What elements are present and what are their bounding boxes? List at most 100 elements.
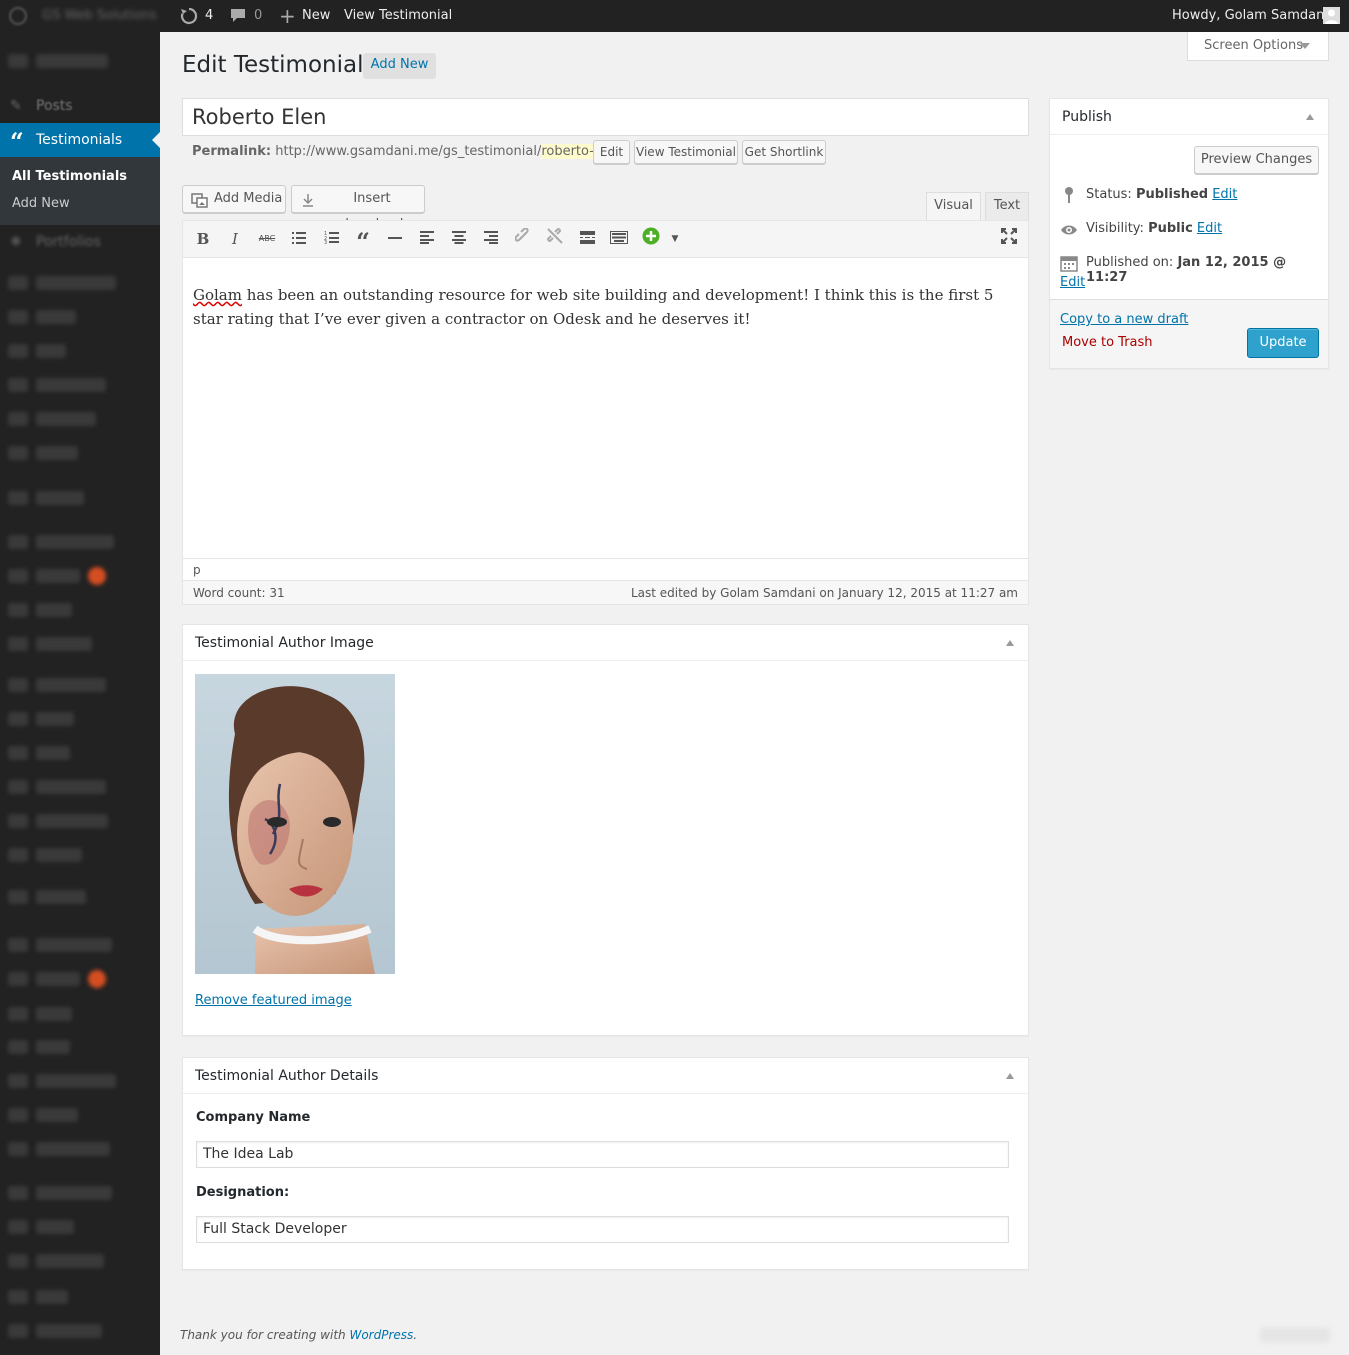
sidebar-item-testimonials[interactable]: “ Testimonials — [0, 123, 160, 157]
menu-icon[interactable] — [8, 446, 28, 460]
sidebar-item-blurred[interactable] — [36, 1186, 112, 1200]
publish-heading[interactable]: Publish — [1050, 99, 1328, 135]
sidebar-item-blurred[interactable] — [36, 1108, 78, 1122]
sidebar-item-blurred[interactable] — [36, 276, 116, 290]
menu-icon[interactable] — [8, 1040, 28, 1054]
updates-count[interactable]: 4 — [205, 0, 213, 32]
featured-image[interactable] — [195, 674, 395, 974]
add-shortcode-icon[interactable] — [639, 227, 663, 251]
bold-icon[interactable]: B — [191, 227, 215, 251]
bullet-list-icon[interactable] — [287, 227, 311, 251]
wordpress-link[interactable]: WordPress — [349, 1328, 413, 1342]
sidebar-item-blurred[interactable] — [36, 746, 70, 760]
update-button[interactable]: Update — [1247, 328, 1319, 358]
strikethrough-icon[interactable]: ABC — [255, 227, 279, 251]
insert-download-button[interactable]: Insert download — [291, 185, 425, 232]
submenu-add-new[interactable]: Add New — [12, 196, 70, 211]
screen-options-button[interactable]: Screen Options — [1187, 32, 1329, 61]
sidebar-item-dashboard[interactable] — [36, 54, 108, 68]
align-left-icon[interactable] — [415, 227, 439, 251]
get-shortlink-button[interactable]: Get Shortlink — [742, 140, 826, 164]
howdy-user[interactable]: Howdy, Golam Samdani — [1172, 0, 1328, 32]
sidebar-item-blurred[interactable] — [36, 890, 86, 904]
author-details-heading[interactable]: Testimonial Author Details — [183, 1058, 1028, 1094]
menu-icon[interactable] — [8, 972, 28, 986]
read-more-icon[interactable] — [575, 227, 599, 251]
menu-icon[interactable] — [8, 412, 28, 426]
menu-icon[interactable] — [8, 712, 28, 726]
menu-icon[interactable] — [8, 603, 28, 617]
menu-icon[interactable] — [8, 276, 28, 290]
sidebar-item-blurred[interactable] — [36, 535, 114, 549]
submenu-all-testimonials[interactable]: All Testimonials — [12, 169, 127, 184]
menu-icon[interactable] — [8, 814, 28, 828]
sidebar-item-blurred[interactable] — [36, 938, 112, 952]
menu-icon[interactable] — [8, 491, 28, 505]
numbered-list-icon[interactable]: 123 — [319, 227, 343, 251]
view-testimonial-button[interactable]: View Testimonial — [634, 140, 738, 164]
sidebar-item-blurred[interactable] — [36, 569, 80, 583]
sidebar-item-blurred[interactable] — [36, 1074, 116, 1088]
italic-icon[interactable]: I — [223, 227, 247, 251]
align-center-icon[interactable] — [447, 227, 471, 251]
menu-icon[interactable] — [8, 848, 28, 862]
tab-text[interactable]: Text — [985, 192, 1029, 220]
insert-link-icon[interactable] — [511, 227, 535, 251]
add-media-button[interactable]: Add Media — [182, 185, 286, 213]
plus-icon[interactable]: + — [279, 0, 296, 32]
menu-icon[interactable] — [8, 746, 28, 760]
sidebar-item-blurred[interactable] — [36, 1324, 102, 1338]
remove-featured-image-link[interactable]: Remove featured image — [195, 993, 352, 1008]
menu-icon[interactable] — [8, 890, 28, 904]
sidebar-item-blurred[interactable] — [36, 637, 92, 651]
sidebar-item-blurred[interactable] — [36, 603, 72, 617]
avatar[interactable] — [1323, 7, 1340, 24]
sidebar-item-blurred[interactable] — [36, 848, 82, 862]
wordpress-logo-icon[interactable] — [8, 0, 28, 32]
sidebar-item-blurred[interactable] — [36, 412, 96, 426]
menu-icon[interactable] — [8, 1290, 28, 1304]
sidebar-item-blurred[interactable] — [36, 344, 66, 358]
post-title-input[interactable]: Roberto Elen — [182, 98, 1029, 136]
sidebar-item-blurred[interactable] — [36, 1007, 72, 1021]
editor-content[interactable]: Golam has been an outstanding resource f… — [193, 283, 1023, 331]
align-right-icon[interactable] — [479, 227, 503, 251]
sidebar-item-blurred[interactable] — [36, 814, 108, 828]
sidebar-item-blurred[interactable] — [36, 780, 106, 794]
preview-changes-button[interactable]: Preview Changes — [1194, 146, 1319, 174]
menu-icon[interactable] — [8, 938, 28, 952]
sidebar-item-blurred[interactable] — [36, 1254, 104, 1268]
collapse-icon[interactable] — [1306, 114, 1314, 120]
menu-icon[interactable] — [8, 780, 28, 794]
edit-permalink-button[interactable]: Edit — [593, 140, 630, 164]
view-testimonial-link[interactable]: View Testimonial — [344, 0, 452, 32]
blockquote-icon[interactable]: “ — [351, 227, 375, 256]
tab-visual[interactable]: Visual — [926, 192, 981, 220]
menu-icon[interactable] — [8, 1142, 28, 1156]
comments-icon[interactable] — [230, 0, 246, 32]
add-new-button[interactable]: Add New — [363, 53, 436, 79]
chevron-down-icon[interactable]: ▼ — [663, 227, 687, 251]
menu-icon[interactable] — [8, 1254, 28, 1268]
horizontal-rule-icon[interactable] — [383, 227, 407, 251]
designation-input[interactable]: Full Stack Developer — [196, 1216, 1009, 1243]
menu-icon[interactable] — [8, 1007, 28, 1021]
sidebar-item-portfolios[interactable]: ✱ Portfolios — [0, 225, 160, 259]
site-name-link[interactable]: GS Web Solutions — [42, 0, 157, 32]
menu-icon[interactable] — [8, 569, 28, 583]
keyboard-toggle-icon[interactable] — [607, 227, 631, 251]
updates-icon[interactable] — [180, 0, 198, 32]
menu-icon[interactable] — [8, 1074, 28, 1088]
sidebar-item-blurred[interactable] — [36, 446, 78, 460]
menu-icon[interactable] — [8, 637, 28, 651]
company-name-input[interactable]: The Idea Lab — [196, 1141, 1009, 1168]
menu-icon[interactable] — [8, 378, 28, 392]
unlink-icon[interactable] — [543, 227, 567, 251]
sidebar-item-blurred[interactable] — [36, 678, 106, 692]
fullscreen-icon[interactable] — [997, 227, 1021, 251]
menu-icon[interactable] — [8, 1220, 28, 1234]
menu-icon[interactable] — [8, 344, 28, 358]
move-to-trash-link[interactable]: Move to Trash — [1062, 335, 1153, 350]
collapse-icon[interactable] — [1006, 1073, 1014, 1079]
menu-icon[interactable] — [8, 310, 28, 324]
